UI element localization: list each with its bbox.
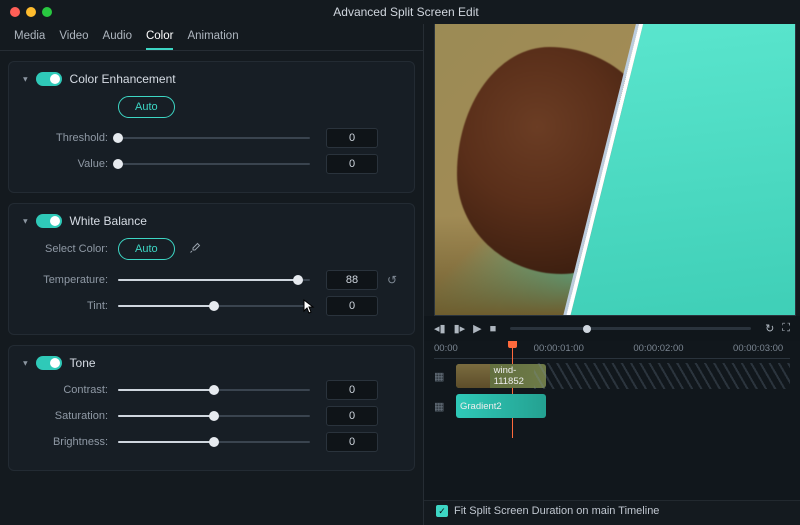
close-window-button[interactable] (10, 7, 20, 17)
panel-title: Tone (70, 356, 96, 370)
panel-title: White Balance (70, 214, 147, 228)
value-slider[interactable] (118, 157, 310, 171)
chevron-down-icon[interactable]: ▸ (20, 219, 31, 224)
chevron-down-icon[interactable]: ▸ (20, 77, 31, 82)
contrast-slider[interactable] (118, 383, 310, 397)
next-frame-button[interactable]: ▮▸ (454, 322, 466, 335)
brightness-value-input[interactable]: 0 (326, 432, 378, 452)
clip-thumbnail (456, 364, 490, 388)
maximize-window-button[interactable] (42, 7, 52, 17)
ruler-tick: 00:00:01:00 (534, 343, 584, 354)
panel-white-balance: ▸ White Balance Select Color: Auto Tempe… (8, 203, 415, 335)
video-track-icon: ▦ (434, 400, 450, 413)
tab-animation[interactable]: Animation (187, 30, 238, 50)
play-button[interactable]: ▶ (473, 322, 481, 335)
tint-label: Tint: (23, 300, 118, 312)
prev-frame-button[interactable]: ◂▮ (434, 322, 446, 335)
clip-wind[interactable]: wind-111852 (456, 364, 546, 388)
white-balance-toggle[interactable] (36, 214, 62, 228)
ruler-tick: 00:00:03:00 (733, 343, 783, 354)
threshold-slider[interactable] (118, 131, 310, 145)
tab-audio[interactable]: Audio (103, 30, 132, 50)
tab-bar: Media Video Audio Color Animation (0, 24, 423, 51)
brightness-slider[interactable] (118, 435, 310, 449)
footer-bar: ✓ Fit Split Screen Duration on main Time… (424, 500, 800, 525)
window-title: Advanced Split Screen Edit (52, 5, 800, 19)
chevron-down-icon[interactable]: ▸ (20, 361, 31, 366)
tab-video[interactable]: Video (59, 30, 88, 50)
clip-label: Gradient2 (456, 401, 502, 412)
threshold-label: Threshold: (23, 132, 118, 144)
value-value-input[interactable]: 0 (326, 154, 378, 174)
fit-duration-label: Fit Split Screen Duration on main Timeli… (454, 505, 659, 517)
tone-toggle[interactable] (36, 356, 62, 370)
temperature-value-input[interactable]: 88 (326, 270, 378, 290)
contrast-label: Contrast: (23, 384, 118, 396)
contrast-value-input[interactable]: 0 (326, 380, 378, 400)
panel-color-enhancement: ▸ Color Enhancement Auto Threshold: (8, 61, 415, 193)
minimize-window-button[interactable] (26, 7, 36, 17)
timeline-disabled-region (534, 363, 790, 389)
fit-duration-checkbox[interactable]: ✓ (436, 505, 448, 517)
window-controls (0, 7, 52, 17)
tint-value-input[interactable]: 0 (326, 296, 378, 316)
ruler-tick: 00:00:02:00 (633, 343, 683, 354)
temperature-slider[interactable] (118, 273, 310, 287)
playback-progress[interactable] (510, 327, 751, 330)
eyedropper-icon[interactable] (189, 242, 201, 257)
ruler-tick: 00:00 (434, 343, 458, 354)
title-bar: Advanced Split Screen Edit (0, 0, 800, 24)
auto-button[interactable]: Auto (118, 238, 175, 260)
select-color-label: Select Color: (23, 243, 118, 255)
preview-canvas[interactable] (434, 24, 796, 316)
reset-icon[interactable]: ↺ (384, 273, 400, 287)
loop-icon[interactable]: ↻ (765, 322, 774, 335)
fullscreen-icon[interactable]: ⛶ (782, 322, 790, 335)
transport-bar: ◂▮ ▮▸ ▶ ■ ↻ ⛶ (424, 316, 800, 341)
tab-media[interactable]: Media (14, 30, 45, 50)
color-enhancement-toggle[interactable] (36, 72, 62, 86)
threshold-value-input[interactable]: 0 (326, 128, 378, 148)
value-label: Value: (23, 158, 118, 170)
stop-button[interactable]: ■ (490, 323, 497, 335)
timeline: 00:00 00:00:01:00 00:00:02:00 00:00:03:0… (424, 341, 800, 500)
auto-button[interactable]: Auto (118, 96, 175, 118)
tint-slider[interactable] (118, 299, 310, 313)
temperature-label: Temperature: (23, 274, 118, 286)
video-track-icon: ▦ (434, 370, 450, 383)
saturation-label: Saturation: (23, 410, 118, 422)
timeline-ruler[interactable]: 00:00 00:00:01:00 00:00:02:00 00:00:03:0… (434, 341, 790, 359)
tab-color[interactable]: Color (146, 30, 173, 50)
clip-gradient[interactable]: Gradient2 (456, 394, 546, 418)
brightness-label: Brightness: (23, 436, 118, 448)
panel-tone: ▸ Tone Contrast: 0 (8, 345, 415, 471)
saturation-value-input[interactable]: 0 (326, 406, 378, 426)
panel-title: Color Enhancement (70, 72, 176, 86)
saturation-slider[interactable] (118, 409, 310, 423)
